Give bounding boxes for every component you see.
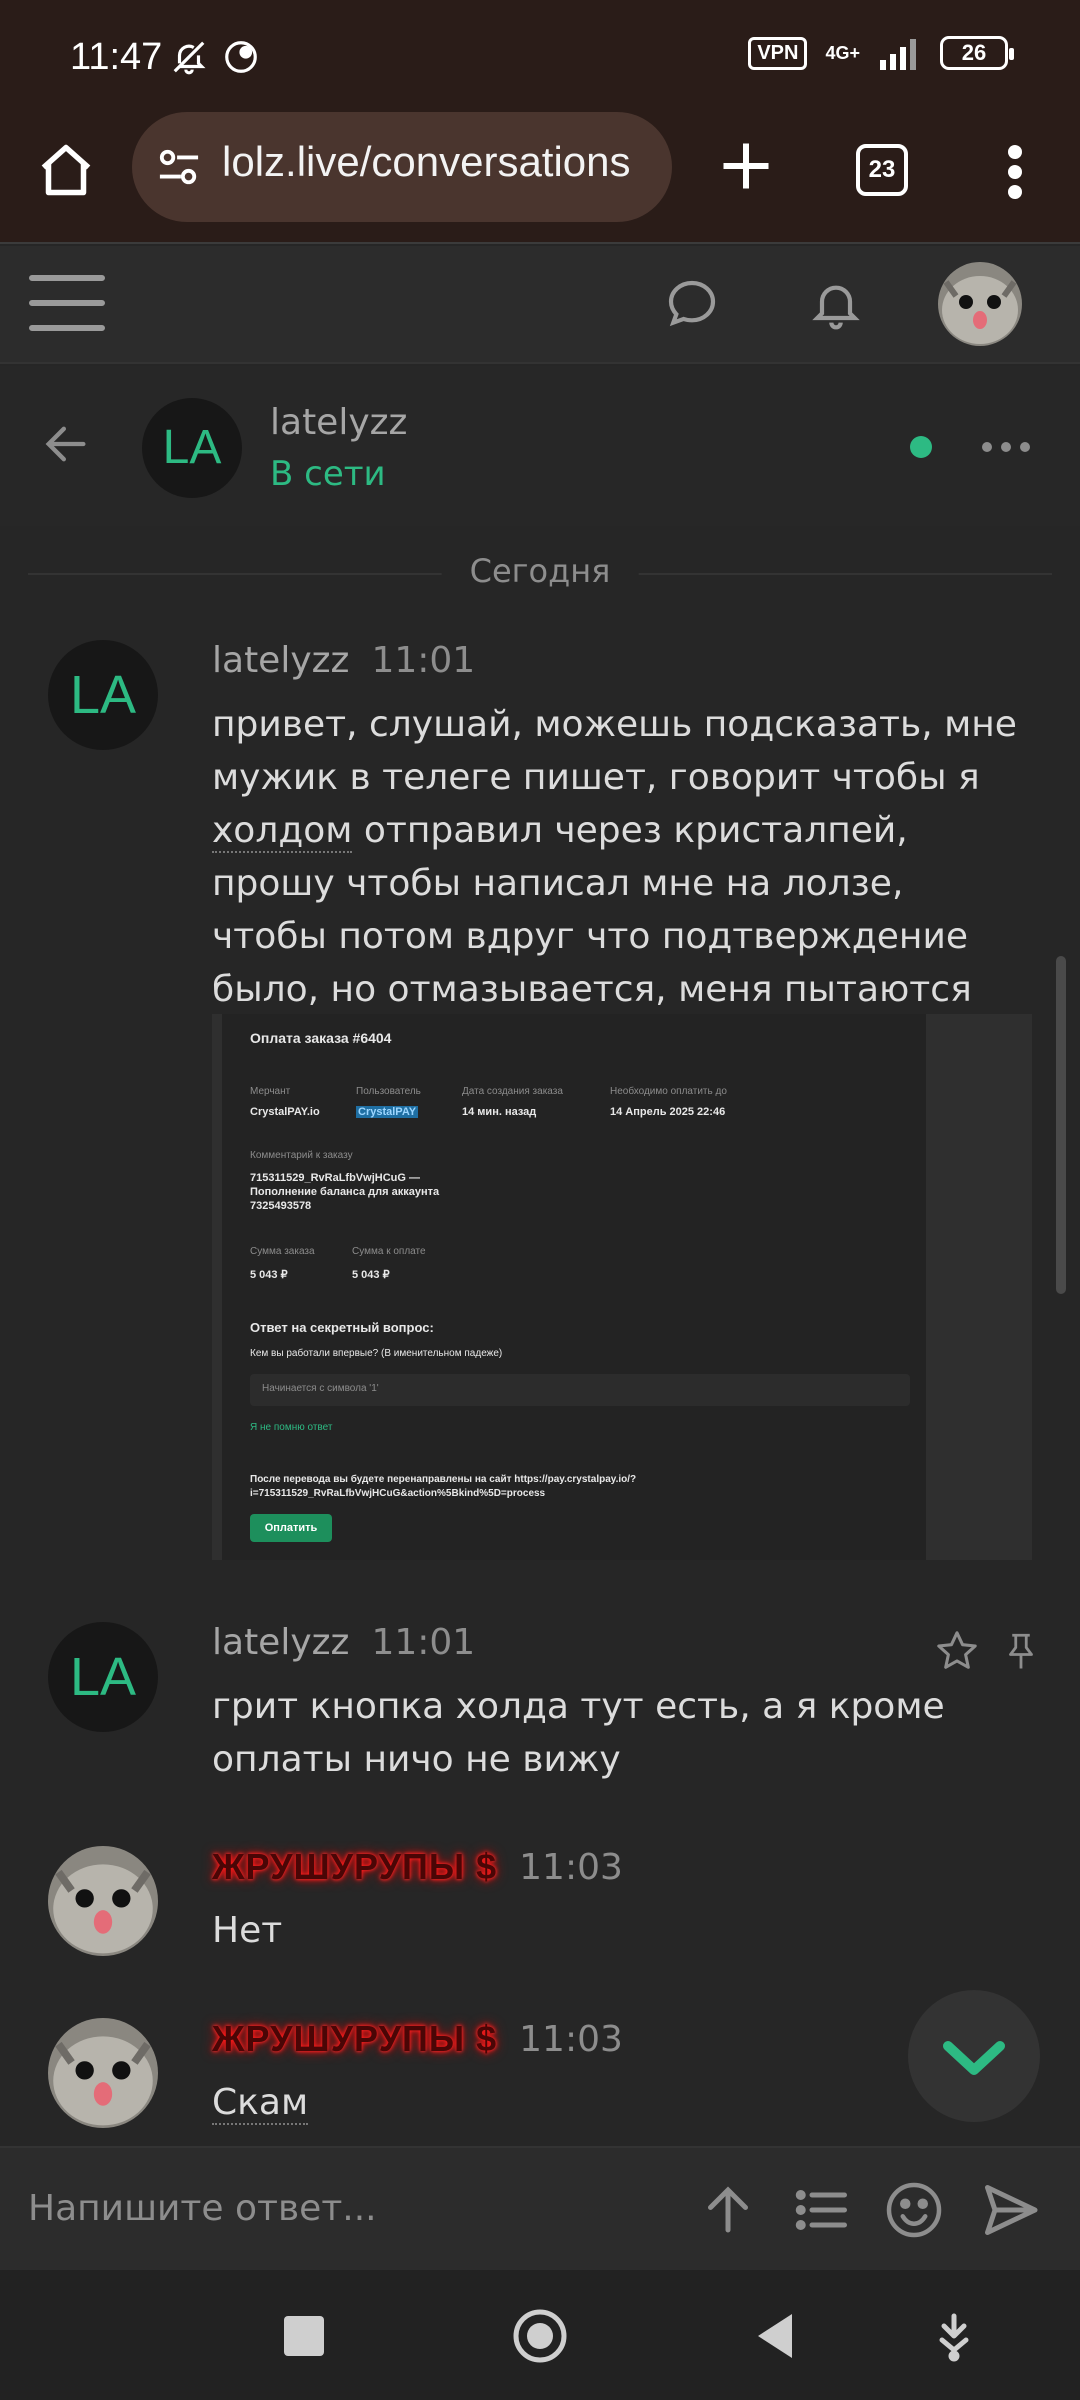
- status-bar: 11:47 VPN 4G+ 26: [0, 0, 1080, 112]
- signal-icon: [880, 39, 916, 70]
- pay-button-in-image: Оплатить: [250, 1514, 332, 1542]
- home-icon[interactable]: [36, 140, 96, 200]
- online-indicator: [910, 436, 932, 458]
- message-avatar[interactable]: LA: [48, 640, 158, 750]
- message-author[interactable]: ЖРУШУРУПЫ $: [212, 2018, 497, 2060]
- arrow-up-icon[interactable]: [698, 2180, 758, 2240]
- partner-avatar[interactable]: LA: [142, 398, 242, 498]
- hide-keyboard-icon[interactable]: [924, 2306, 984, 2366]
- send-icon[interactable]: [980, 2180, 1040, 2240]
- tab-switcher-button[interactable]: 23: [856, 144, 908, 196]
- back-button-icon[interactable]: [746, 2306, 806, 2366]
- chat-icon[interactable]: [664, 276, 720, 332]
- message-actions: [934, 1628, 1042, 1674]
- message-text: грит кнопка холда тут есть, а я кроме оп…: [212, 1686, 945, 1780]
- battery-indicator: 26: [940, 36, 1014, 70]
- holdom-term[interactable]: холдом: [212, 810, 353, 853]
- message-author[interactable]: latelyzz: [212, 640, 349, 681]
- bell-off-icon: [173, 41, 206, 75]
- menu-icon[interactable]: [28, 270, 106, 336]
- user-avatar[interactable]: [938, 262, 1022, 346]
- browser-toolbar: lolz.live/conversations 23: [0, 112, 1080, 244]
- scroll-to-bottom-button[interactable]: [908, 1990, 1040, 2122]
- emoji-icon[interactable]: [884, 2180, 944, 2240]
- back-arrow-icon[interactable]: [40, 418, 92, 470]
- partner-name[interactable]: latelyzz: [270, 402, 407, 443]
- message-author[interactable]: latelyzz: [212, 1622, 349, 1663]
- status-time: 11:47: [70, 36, 163, 78]
- more-horiz-icon[interactable]: [980, 440, 1032, 454]
- message-time[interactable]: 11:01: [371, 1622, 475, 1663]
- recents-icon[interactable]: [274, 2306, 334, 2366]
- day-separator: Сегодня: [28, 548, 1052, 598]
- vpn-badge: VPN: [748, 36, 808, 70]
- browser-notification-icon: [225, 41, 257, 73]
- url-text: lolz.live/conversations: [222, 138, 631, 185]
- forum-header: [0, 246, 1080, 364]
- home-button-icon[interactable]: [510, 2306, 570, 2366]
- new-tab-icon[interactable]: [716, 136, 776, 196]
- secret-answer-input: Начинается с символа '1': [250, 1374, 910, 1406]
- message-time[interactable]: 11:01: [371, 640, 475, 681]
- list-icon[interactable]: [792, 2180, 852, 2240]
- message-text: Скам: [212, 2082, 309, 2125]
- star-icon[interactable]: [934, 1628, 980, 1674]
- url-bar[interactable]: lolz.live/conversations: [132, 112, 672, 222]
- message-time[interactable]: 11:03: [519, 1847, 623, 1888]
- reply-bar: Напишите ответ...: [0, 2146, 1080, 2270]
- bell-icon[interactable]: [808, 274, 864, 334]
- reply-input[interactable]: Напишите ответ...: [28, 2188, 377, 2229]
- order-title: Оплата заказа #6404: [250, 1030, 392, 1046]
- scrollbar[interactable]: [1056, 956, 1066, 1294]
- message-avatar[interactable]: LA: [48, 1622, 158, 1732]
- message-author[interactable]: ЖРУШУРУПЫ $: [212, 1846, 497, 1888]
- pin-icon[interactable]: [1000, 1628, 1042, 1674]
- day-separator-label: Сегодня: [441, 552, 639, 590]
- chevron-down-icon: [943, 2041, 1005, 2075]
- more-vert-icon[interactable]: [1000, 142, 1030, 202]
- message-attachment-image[interactable]: Оплата заказа #6404 Мерчант CrystalPAY.i…: [212, 1014, 1032, 1560]
- partner-status: В сети: [270, 454, 386, 494]
- system-nav-bar: [0, 2270, 1080, 2400]
- message-time[interactable]: 11:03: [519, 2019, 623, 2060]
- message-avatar[interactable]: [48, 1846, 158, 1956]
- network-indicator: 4G+: [825, 43, 860, 63]
- conversation-header: LA latelyzz В сети: [0, 366, 1080, 526]
- site-settings-icon[interactable]: [156, 146, 202, 188]
- payment-screenshot: Оплата заказа #6404 Мерчант CrystalPAY.i…: [222, 1014, 926, 1560]
- message-text: Нет: [212, 1910, 283, 1951]
- message-avatar[interactable]: [48, 2018, 158, 2128]
